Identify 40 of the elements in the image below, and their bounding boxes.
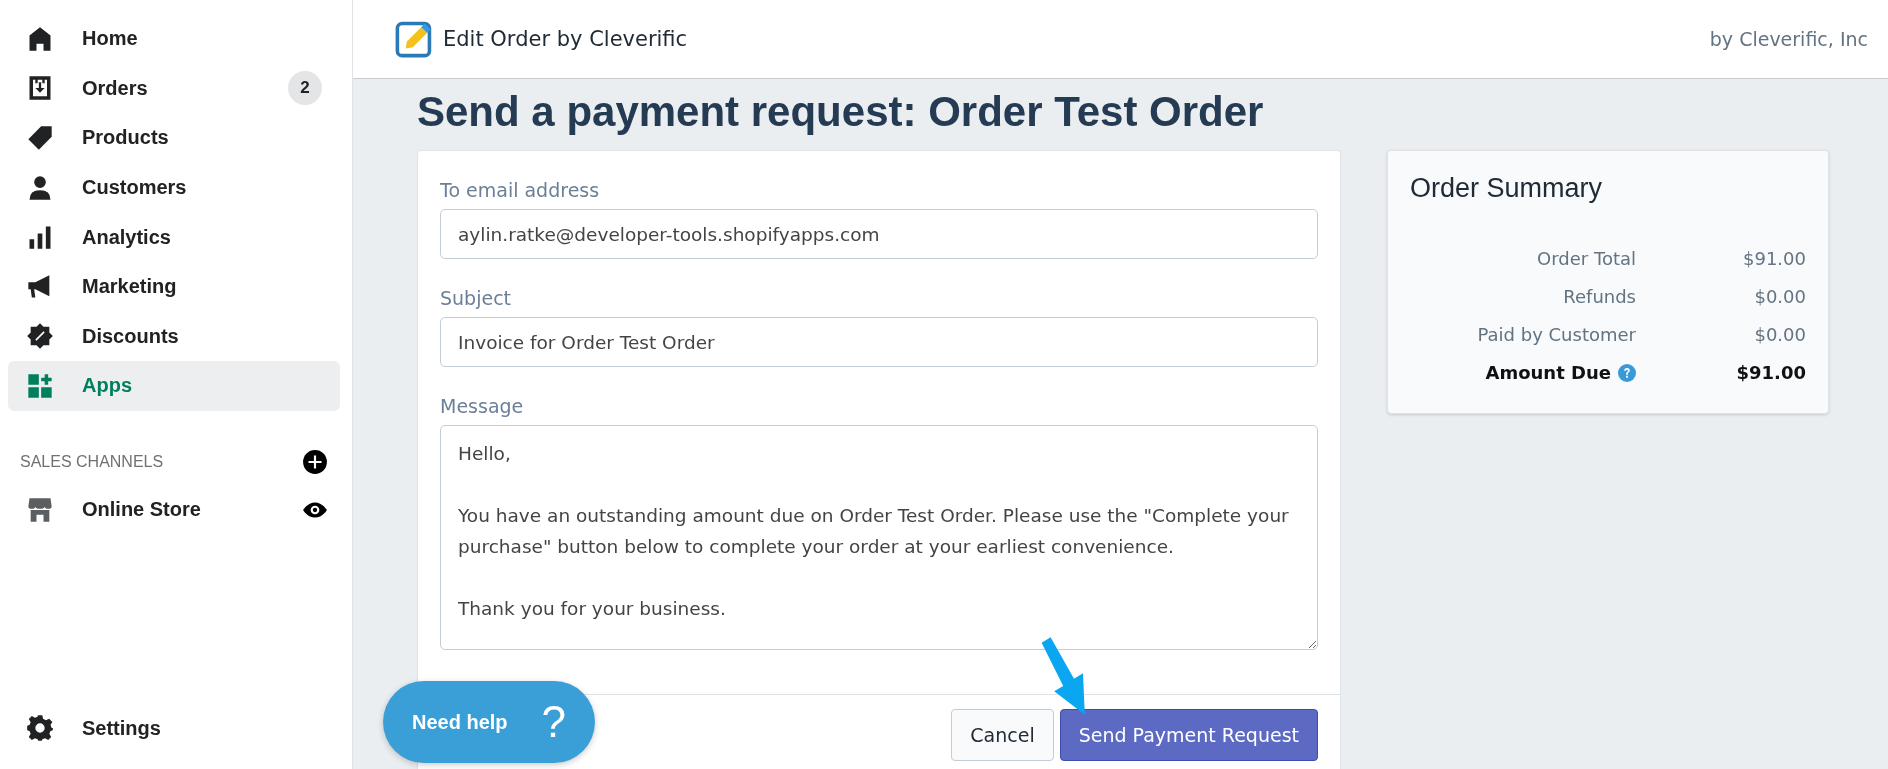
store-icon [26,495,54,524]
sidebar-item[interactable]: Customers [8,162,340,213]
sidebar-item[interactable]: Online Store [8,484,219,535]
section-title: SALES CHANNELS [20,452,164,471]
cancel-button[interactable]: Cancel [951,709,1054,761]
sidebar-item[interactable]: Discounts [8,311,340,362]
vendor-name: by Cleverific, Inc [1709,28,1868,50]
summary-label: Refunds [1563,286,1636,307]
summary-label: Order Total [1537,248,1636,269]
badge-percent-icon [26,322,54,351]
field-label: Message [440,395,525,417]
sidebar-item[interactable]: Home [8,14,340,64]
sidebar-item[interactable]: Apps [8,361,340,411]
sidebar-item[interactable]: Marketing [8,261,340,312]
summary-value: $91.00 [1735,362,1806,383]
sidebar-item[interactable]: Orders 2 [8,63,340,114]
settings-icon [26,714,54,743]
summary-label: Amount Due [1485,362,1611,383]
field-label: To email address [440,179,601,201]
help-icon[interactable] [1618,363,1636,382]
summary-value: $0.00 [1753,324,1806,345]
send-button[interactable]: Send Payment Request [1059,709,1318,761]
add-icon[interactable] [302,448,328,475]
input-field[interactable]: Invoice for Order Test Order [440,317,1318,367]
app-name: Edit Order by Cleverific [443,27,688,51]
sidebar-item[interactable]: Products [8,113,340,163]
summary-title: Order Summary [1410,173,1604,204]
count-badge: 2 [288,71,322,106]
sidebar-item[interactable]: Analytics [8,212,340,262]
tag-icon [26,124,54,152]
page-title: Send a payment request: Order Test Order [417,88,1265,136]
input-field[interactable]: aylin.ratke@developer-tools.shopifyapps.com [440,209,1318,259]
pencil-logo-icon [395,20,433,58]
summary-value: $0.00 [1753,286,1806,307]
apps-icon [26,371,54,400]
summary-label: Paid by Customer [1477,324,1636,345]
summary-value: $91.00 [1742,248,1806,269]
sidebar-item[interactable]: Settings [8,703,340,753]
field-label: Subject [440,287,513,309]
message-field[interactable]: Hello, You have an outstanding amount due on Order Test Order. Please use the "Complete your purchase" button below to complete your order at your earliest convenience. Thank you for your business. [440,425,1318,650]
